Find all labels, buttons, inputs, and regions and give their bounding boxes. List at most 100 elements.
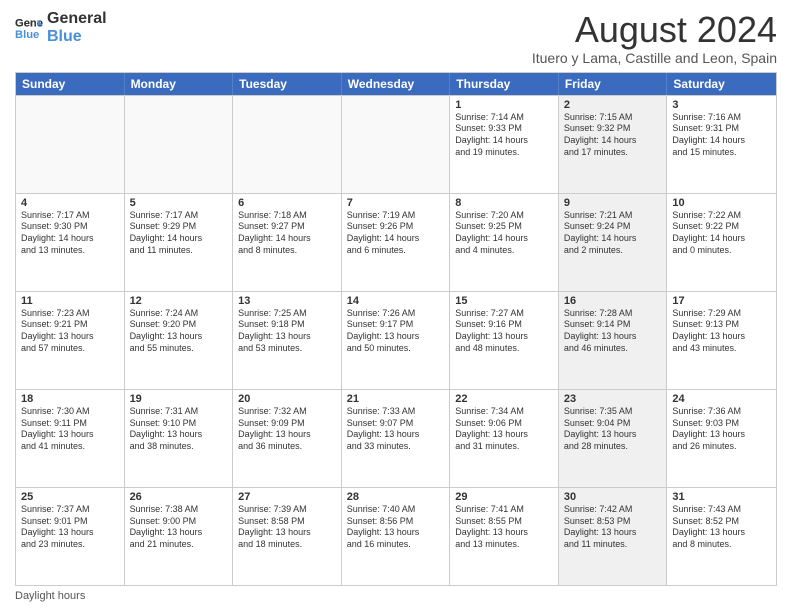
day-number: 26 <box>130 491 228 503</box>
day-header-sunday: Sunday <box>16 73 125 95</box>
calendar-week-3: 11Sunrise: 7:23 AM Sunset: 9:21 PM Dayli… <box>16 291 776 389</box>
day-number: 3 <box>672 99 771 111</box>
day-info: Sunrise: 7:23 AM Sunset: 9:21 PM Dayligh… <box>21 308 119 355</box>
day-info: Sunrise: 7:16 AM Sunset: 9:31 PM Dayligh… <box>672 112 771 159</box>
subtitle: Ituero y Lama, Castille and Leon, Spain <box>532 50 777 66</box>
day-info: Sunrise: 7:36 AM Sunset: 9:03 PM Dayligh… <box>672 406 771 453</box>
cal-cell: 29Sunrise: 7:41 AM Sunset: 8:55 PM Dayli… <box>450 488 559 585</box>
day-info: Sunrise: 7:15 AM Sunset: 9:32 PM Dayligh… <box>564 112 662 159</box>
day-info: Sunrise: 7:22 AM Sunset: 9:22 PM Dayligh… <box>672 210 771 257</box>
day-info: Sunrise: 7:33 AM Sunset: 9:07 PM Dayligh… <box>347 406 445 453</box>
cal-cell: 12Sunrise: 7:24 AM Sunset: 9:20 PM Dayli… <box>125 292 234 389</box>
day-number: 13 <box>238 295 336 307</box>
day-info: Sunrise: 7:35 AM Sunset: 9:04 PM Dayligh… <box>564 406 662 453</box>
day-info: Sunrise: 7:37 AM Sunset: 9:01 PM Dayligh… <box>21 504 119 551</box>
page: Gene General Blue General Blue August 20… <box>0 0 792 612</box>
cal-cell: 3Sunrise: 7:16 AM Sunset: 9:31 PM Daylig… <box>667 96 776 193</box>
cal-cell: 18Sunrise: 7:30 AM Sunset: 9:11 PM Dayli… <box>16 390 125 487</box>
cal-cell: 19Sunrise: 7:31 AM Sunset: 9:10 PM Dayli… <box>125 390 234 487</box>
calendar-week-1: 1Sunrise: 7:14 AM Sunset: 9:33 PM Daylig… <box>16 95 776 193</box>
calendar: SundayMondayTuesdayWednesdayThursdayFrid… <box>15 72 777 586</box>
cal-cell: 4Sunrise: 7:17 AM Sunset: 9:30 PM Daylig… <box>16 194 125 291</box>
day-info: Sunrise: 7:24 AM Sunset: 9:20 PM Dayligh… <box>130 308 228 355</box>
day-info: Sunrise: 7:26 AM Sunset: 9:17 PM Dayligh… <box>347 308 445 355</box>
cal-cell: 15Sunrise: 7:27 AM Sunset: 9:16 PM Dayli… <box>450 292 559 389</box>
day-number: 10 <box>672 197 771 209</box>
cal-cell: 7Sunrise: 7:19 AM Sunset: 9:26 PM Daylig… <box>342 194 451 291</box>
day-info: Sunrise: 7:14 AM Sunset: 9:33 PM Dayligh… <box>455 112 553 159</box>
main-title: August 2024 <box>532 10 777 50</box>
day-number: 4 <box>21 197 119 209</box>
logo-blue: Blue <box>47 28 107 46</box>
day-header-thursday: Thursday <box>450 73 559 95</box>
cal-cell: 10Sunrise: 7:22 AM Sunset: 9:22 PM Dayli… <box>667 194 776 291</box>
calendar-week-2: 4Sunrise: 7:17 AM Sunset: 9:30 PM Daylig… <box>16 193 776 291</box>
day-number: 2 <box>564 99 662 111</box>
calendar-header: SundayMondayTuesdayWednesdayThursdayFrid… <box>16 73 776 95</box>
header: Gene General Blue General Blue August 20… <box>15 10 777 66</box>
day-number: 5 <box>130 197 228 209</box>
cal-cell <box>125 96 234 193</box>
day-info: Sunrise: 7:27 AM Sunset: 9:16 PM Dayligh… <box>455 308 553 355</box>
day-number: 22 <box>455 393 553 405</box>
calendar-week-5: 25Sunrise: 7:37 AM Sunset: 9:01 PM Dayli… <box>16 487 776 585</box>
day-info: Sunrise: 7:25 AM Sunset: 9:18 PM Dayligh… <box>238 308 336 355</box>
cal-cell: 21Sunrise: 7:33 AM Sunset: 9:07 PM Dayli… <box>342 390 451 487</box>
day-number: 20 <box>238 393 336 405</box>
day-number: 29 <box>455 491 553 503</box>
day-info: Sunrise: 7:32 AM Sunset: 9:09 PM Dayligh… <box>238 406 336 453</box>
day-info: Sunrise: 7:28 AM Sunset: 9:14 PM Dayligh… <box>564 308 662 355</box>
day-number: 16 <box>564 295 662 307</box>
cal-cell: 22Sunrise: 7:34 AM Sunset: 9:06 PM Dayli… <box>450 390 559 487</box>
day-info: Sunrise: 7:42 AM Sunset: 8:53 PM Dayligh… <box>564 504 662 551</box>
cal-cell: 16Sunrise: 7:28 AM Sunset: 9:14 PM Dayli… <box>559 292 668 389</box>
day-number: 31 <box>672 491 771 503</box>
logo-general: General <box>47 10 107 28</box>
cal-cell: 31Sunrise: 7:43 AM Sunset: 8:52 PM Dayli… <box>667 488 776 585</box>
day-info: Sunrise: 7:39 AM Sunset: 8:58 PM Dayligh… <box>238 504 336 551</box>
cal-cell: 27Sunrise: 7:39 AM Sunset: 8:58 PM Dayli… <box>233 488 342 585</box>
day-info: Sunrise: 7:20 AM Sunset: 9:25 PM Dayligh… <box>455 210 553 257</box>
cal-cell <box>233 96 342 193</box>
cal-cell: 24Sunrise: 7:36 AM Sunset: 9:03 PM Dayli… <box>667 390 776 487</box>
day-info: Sunrise: 7:21 AM Sunset: 9:24 PM Dayligh… <box>564 210 662 257</box>
cal-cell: 6Sunrise: 7:18 AM Sunset: 9:27 PM Daylig… <box>233 194 342 291</box>
day-number: 18 <box>21 393 119 405</box>
cal-cell: 9Sunrise: 7:21 AM Sunset: 9:24 PM Daylig… <box>559 194 668 291</box>
day-number: 27 <box>238 491 336 503</box>
footer: Daylight hours <box>15 590 777 602</box>
day-number: 14 <box>347 295 445 307</box>
day-number: 25 <box>21 491 119 503</box>
day-number: 12 <box>130 295 228 307</box>
logo-icon: Gene General Blue <box>15 14 43 42</box>
cal-cell: 8Sunrise: 7:20 AM Sunset: 9:25 PM Daylig… <box>450 194 559 291</box>
day-number: 15 <box>455 295 553 307</box>
svg-text:Blue: Blue <box>15 28 39 40</box>
calendar-body: 1Sunrise: 7:14 AM Sunset: 9:33 PM Daylig… <box>16 95 776 585</box>
day-number: 11 <box>21 295 119 307</box>
cal-cell: 20Sunrise: 7:32 AM Sunset: 9:09 PM Dayli… <box>233 390 342 487</box>
day-number: 17 <box>672 295 771 307</box>
title-block: August 2024 Ituero y Lama, Castille and … <box>532 10 777 66</box>
day-header-friday: Friday <box>559 73 668 95</box>
day-info: Sunrise: 7:17 AM Sunset: 9:29 PM Dayligh… <box>130 210 228 257</box>
day-info: Sunrise: 7:40 AM Sunset: 8:56 PM Dayligh… <box>347 504 445 551</box>
day-number: 28 <box>347 491 445 503</box>
day-number: 9 <box>564 197 662 209</box>
cal-cell: 2Sunrise: 7:15 AM Sunset: 9:32 PM Daylig… <box>559 96 668 193</box>
day-info: Sunrise: 7:18 AM Sunset: 9:27 PM Dayligh… <box>238 210 336 257</box>
day-number: 30 <box>564 491 662 503</box>
day-header-wednesday: Wednesday <box>342 73 451 95</box>
cal-cell: 5Sunrise: 7:17 AM Sunset: 9:29 PM Daylig… <box>125 194 234 291</box>
calendar-week-4: 18Sunrise: 7:30 AM Sunset: 9:11 PM Dayli… <box>16 389 776 487</box>
cal-cell: 1Sunrise: 7:14 AM Sunset: 9:33 PM Daylig… <box>450 96 559 193</box>
day-info: Sunrise: 7:30 AM Sunset: 9:11 PM Dayligh… <box>21 406 119 453</box>
cal-cell: 25Sunrise: 7:37 AM Sunset: 9:01 PM Dayli… <box>16 488 125 585</box>
day-number: 21 <box>347 393 445 405</box>
day-number: 6 <box>238 197 336 209</box>
day-header-saturday: Saturday <box>667 73 776 95</box>
cal-cell <box>16 96 125 193</box>
day-info: Sunrise: 7:31 AM Sunset: 9:10 PM Dayligh… <box>130 406 228 453</box>
logo: Gene General Blue General Blue <box>15 10 107 45</box>
day-info: Sunrise: 7:34 AM Sunset: 9:06 PM Dayligh… <box>455 406 553 453</box>
